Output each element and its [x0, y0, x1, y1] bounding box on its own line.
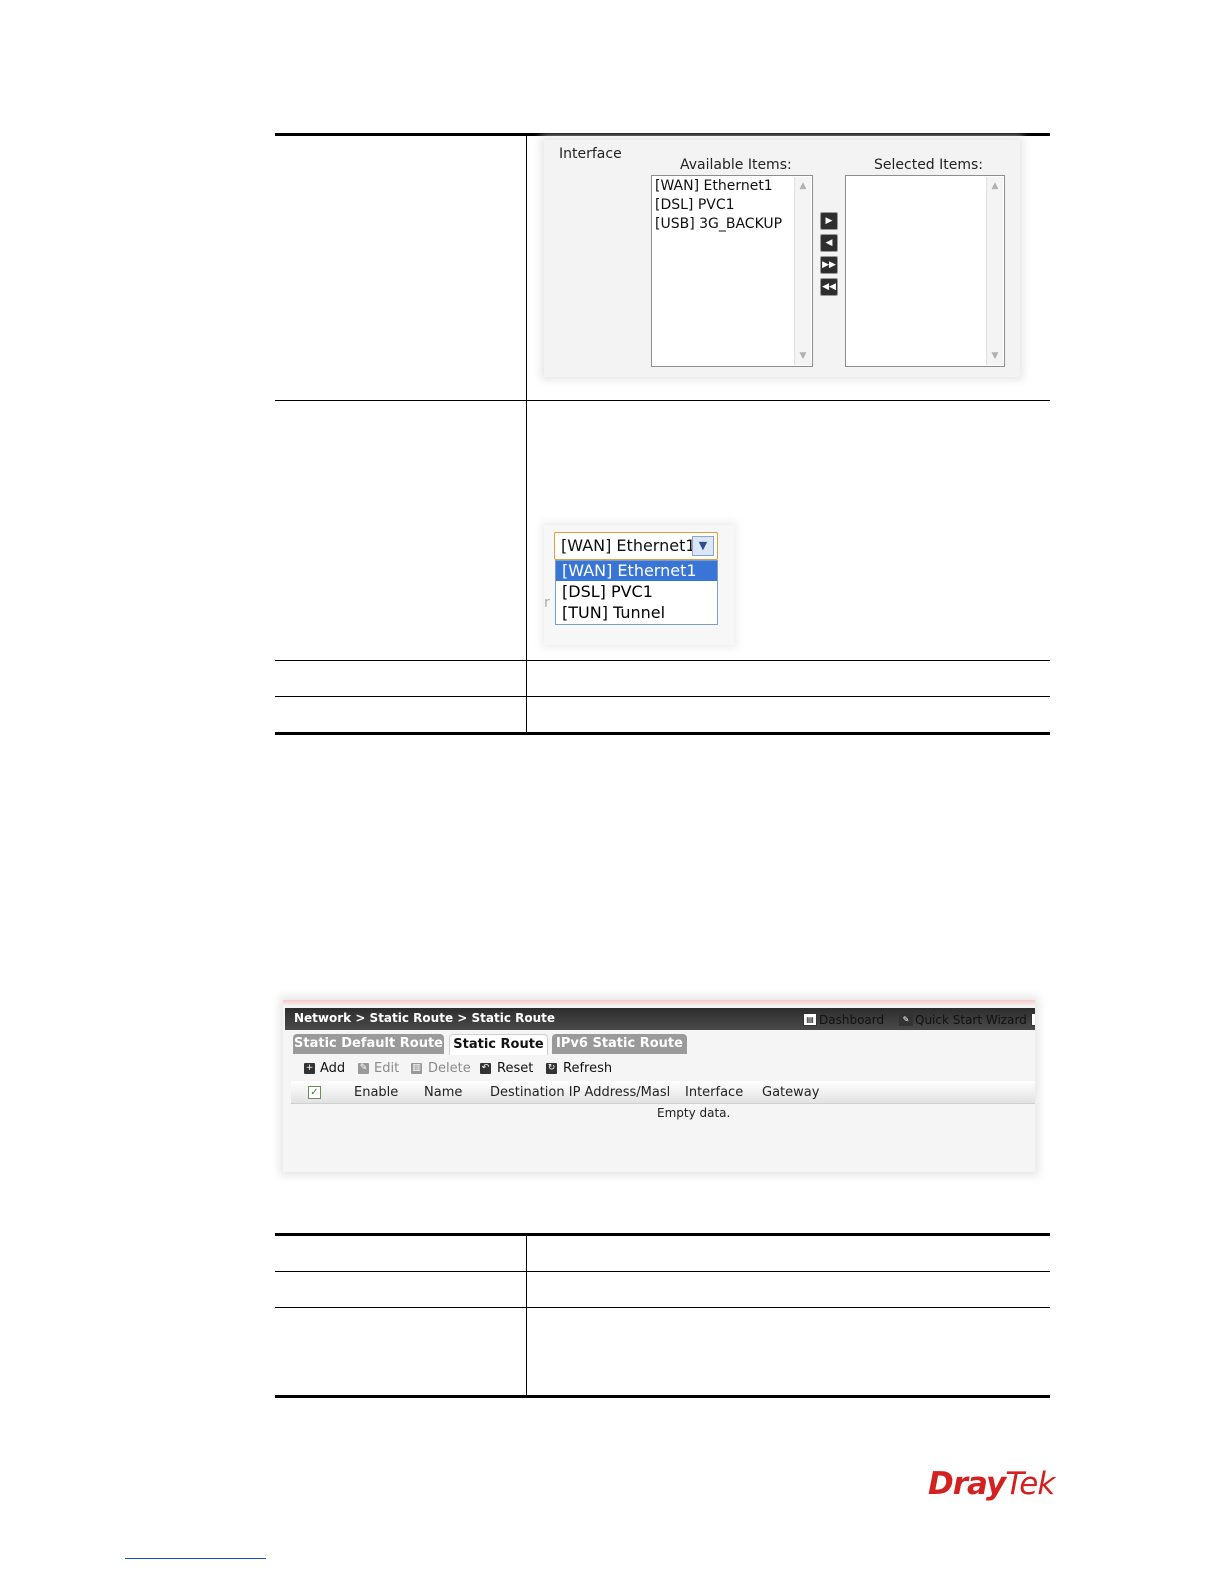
- dropdown-option[interactable]: [DSL] PVC1: [556, 582, 717, 602]
- interface-label: Interface: [559, 146, 622, 162]
- available-items-list[interactable]: [WAN] Ethernet1 [DSL] PVC1 [USB] 3G_BACK…: [651, 175, 813, 367]
- refresh-icon[interactable]: ↻: [546, 1063, 557, 1074]
- list-item[interactable]: [DSL] PVC1: [655, 197, 735, 213]
- scroll-up-icon[interactable]: ▲: [797, 180, 809, 192]
- table-row-divider: [275, 696, 1050, 697]
- reset-icon[interactable]: ↶: [480, 1063, 491, 1074]
- scroll-down-icon[interactable]: ▼: [989, 350, 1001, 362]
- move-all-left-button[interactable]: ◀◀: [820, 278, 838, 296]
- column-name[interactable]: Name: [424, 1085, 462, 1100]
- scroll-down-icon[interactable]: ▼: [797, 350, 809, 362]
- wizard-icon[interactable]: ✎: [899, 1013, 913, 1026]
- top-accent-line: [283, 1000, 1035, 1006]
- list-item[interactable]: [USB] 3G_BACKUP: [655, 216, 782, 232]
- interface-options-list[interactable]: [WAN] Ethernet1 [DSL] PVC1 [TUN] Tunnel: [555, 560, 718, 625]
- scroll-up-icon[interactable]: ▲: [989, 180, 1001, 192]
- page-header: Network > Static Route > Static Route ▤ …: [285, 1008, 1035, 1030]
- table-bottom-border: [275, 1395, 1050, 1398]
- move-all-right-button[interactable]: ▶▶: [820, 256, 838, 274]
- table-row-divider: [275, 660, 1050, 661]
- interface-select[interactable]: [WAN] Ethernet1 ▼: [554, 532, 718, 560]
- table-column-divider: [526, 136, 527, 733]
- column-gateway[interactable]: Gateway: [762, 1085, 819, 1100]
- scrollbar[interactable]: ▲ ▼: [986, 177, 1003, 365]
- partial-label: r: [544, 595, 550, 611]
- table-top-border: [275, 133, 1050, 136]
- dropdown-option[interactable]: [WAN] Ethernet1: [556, 561, 717, 581]
- logo-text-tek: Tek: [1005, 1466, 1055, 1502]
- available-items-title: Available Items:: [680, 157, 792, 173]
- delete-icon: ▥: [411, 1063, 422, 1074]
- dashboard-link[interactable]: Dashboard: [819, 1013, 884, 1027]
- move-left-button[interactable]: ◀: [820, 234, 838, 252]
- table-row-divider: [275, 1271, 1050, 1272]
- delete-button: Delete: [428, 1061, 471, 1076]
- reset-button[interactable]: Reset: [497, 1061, 533, 1076]
- dashboard-icon[interactable]: ▤: [803, 1013, 817, 1026]
- tab-static-route[interactable]: Static Route: [449, 1034, 548, 1055]
- chevron-down-icon[interactable]: ▼: [692, 536, 714, 556]
- select-all-checkbox[interactable]: ✓: [308, 1086, 321, 1099]
- column-interface[interactable]: Interface: [685, 1085, 743, 1100]
- interface-picker-panel: Interface Available Items: Selected Item…: [544, 140, 1020, 377]
- tab-ipv6-static-route[interactable]: IPv6 Static Route: [552, 1034, 687, 1054]
- selected-items-title: Selected Items:: [874, 157, 984, 173]
- logo-text-dray: Dray: [928, 1466, 1006, 1502]
- move-right-button[interactable]: ▶: [820, 212, 838, 230]
- scrollbar[interactable]: ▲ ▼: [794, 177, 811, 365]
- empty-data-message: Empty data.: [657, 1106, 731, 1120]
- footer-rule: [125, 1558, 266, 1559]
- table-bottom-border: [275, 732, 1050, 735]
- toolbar: + Add ✎ Edit ▥ Delete ↶ Reset ↻ Refresh: [283, 1058, 1035, 1080]
- column-enable[interactable]: Enable: [354, 1085, 398, 1100]
- table-header: ✓ Enable Name Destination IP Address/Mas…: [291, 1081, 1035, 1104]
- select-value: [WAN] Ethernet1: [561, 536, 696, 555]
- draytek-logo: DrayTek: [928, 1466, 1055, 1502]
- dropdown-option[interactable]: [TUN] Tunnel: [556, 603, 717, 623]
- column-destination[interactable]: Destination IP Address/Masl: [490, 1085, 673, 1100]
- selected-items-list[interactable]: ▲ ▼: [845, 175, 1005, 367]
- add-icon[interactable]: +: [304, 1063, 315, 1074]
- edit-button: Edit: [374, 1061, 400, 1076]
- tab-static-default-route[interactable]: Static Default Route: [293, 1034, 444, 1054]
- more-icon[interactable]: [1031, 1013, 1035, 1026]
- static-route-screen: Network > Static Route > Static Route ▤ …: [283, 1000, 1035, 1172]
- table-row-divider: [275, 400, 1050, 401]
- quick-start-wizard-link[interactable]: Quick Start Wizard: [915, 1013, 1027, 1027]
- list-item[interactable]: [WAN] Ethernet1: [655, 178, 773, 194]
- table-row-divider: [275, 1307, 1050, 1308]
- refresh-button[interactable]: Refresh: [563, 1061, 612, 1076]
- add-button[interactable]: Add: [320, 1061, 345, 1076]
- breadcrumb: Network > Static Route > Static Route: [294, 1011, 556, 1025]
- table-top-border: [275, 1233, 1050, 1236]
- table-column-divider: [526, 1236, 527, 1396]
- edit-icon: ✎: [358, 1063, 369, 1074]
